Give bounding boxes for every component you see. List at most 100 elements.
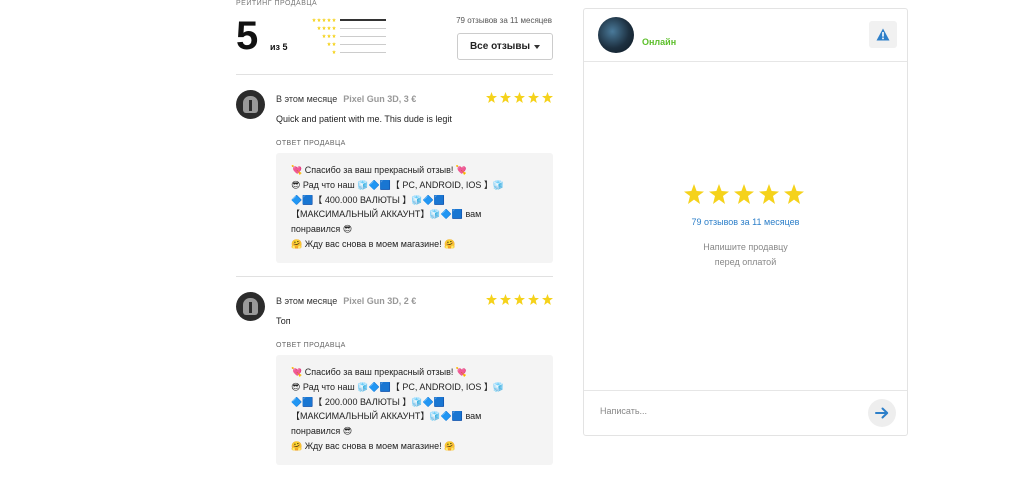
review-date: В этом месяце	[276, 94, 338, 104]
distribution-row	[298, 40, 388, 48]
distribution-stars	[298, 34, 336, 38]
helmet-icon	[243, 96, 258, 113]
star-icon	[528, 294, 539, 305]
star-icon	[312, 18, 316, 22]
distribution-stars	[298, 18, 336, 22]
seller-reply: 💘 Спасибо за ваш прекрасный отзыв! 💘 😎 Р…	[276, 153, 553, 263]
chat-footer	[584, 390, 907, 435]
star-icon	[528, 92, 539, 103]
review-meta: В этом месяце Pixel Gun 3D, 2 €	[276, 296, 416, 306]
star-icon	[542, 92, 553, 103]
star-icon	[327, 42, 331, 46]
seller-chat-panel: Онлайн 79 отзывов за 11 месяцев Напишите…	[583, 8, 908, 436]
report-button[interactable]	[869, 21, 897, 48]
star-icon	[332, 50, 336, 54]
review-stars	[486, 294, 553, 305]
warning-triangle-icon	[876, 28, 890, 41]
divider	[236, 74, 553, 75]
chat-header: Онлайн	[584, 9, 907, 62]
message-input[interactable]	[600, 406, 850, 416]
distribution-stars	[298, 50, 336, 54]
star-icon	[734, 184, 754, 204]
star-icon	[332, 42, 336, 46]
reply-caption: ОТВЕТ ПРОДАВЦА	[276, 342, 346, 349]
rating-of-label: из 5	[270, 42, 288, 52]
distribution-row	[298, 48, 388, 56]
star-icon	[514, 92, 525, 103]
star-icon	[317, 18, 321, 22]
star-icon	[500, 92, 511, 103]
helmet-icon	[243, 298, 258, 315]
star-icon	[317, 26, 321, 30]
online-status: Онлайн	[642, 37, 677, 47]
review-stars	[486, 92, 553, 103]
rating-score: 5	[236, 14, 259, 58]
seller-avatar[interactable]	[598, 17, 634, 53]
reply-line: 🔷🟦【 200.000 ВАЛЮТЫ 】🧊🔷🟦	[291, 396, 445, 407]
reply-line: 💘 Спасибо за ваш прекрасный отзыв! 💘	[291, 165, 468, 175]
star-icon	[322, 26, 326, 30]
star-icon	[759, 184, 779, 204]
star-icon	[784, 184, 804, 204]
distribution-bar	[340, 43, 386, 45]
divider	[236, 276, 553, 277]
reply-line: 😎 Рад что наш 🧊🔷🟦【 PC, ANDROID, IOS 】🧊	[291, 381, 505, 392]
star-icon	[327, 26, 331, 30]
star-icon	[684, 184, 704, 204]
star-icon	[709, 184, 729, 204]
avatar[interactable]	[236, 90, 265, 119]
reply-line: 🤗 Жду вас снова в моем магазине! 🤗	[291, 238, 456, 249]
reply-line: 🔷🟦【 400.000 ВАЛЮТЫ 】🧊🔷🟦	[291, 194, 445, 205]
chat-hint: Напишите продавцу перед оплатой	[584, 240, 907, 270]
chat-hint-line: перед оплатой	[714, 257, 777, 267]
review-product: Pixel Gun 3D, 3 €	[343, 94, 417, 104]
reply-line: 【МАКСИМАЛЬНЫЙ АККАУНТ】🧊🔷🟦 вам	[291, 209, 482, 220]
chat-hint-line: Напишите продавцу	[703, 242, 788, 252]
all-reviews-button[interactable]: Все отзывы	[457, 33, 553, 60]
star-icon	[322, 18, 326, 22]
arrow-right-icon	[875, 407, 889, 419]
all-reviews-label: Все отзывы	[469, 41, 531, 52]
star-icon	[332, 34, 336, 38]
star-icon	[486, 294, 497, 305]
star-icon	[322, 34, 326, 38]
star-icon	[327, 34, 331, 38]
distribution-bar-fill	[340, 19, 386, 21]
reply-caption: ОТВЕТ ПРОДАВЦА	[276, 140, 346, 147]
reply-line: 💘 Спасибо за ваш прекрасный отзыв! 💘	[291, 367, 468, 377]
chat-rating-stars	[684, 184, 804, 204]
distribution-bar	[340, 35, 386, 37]
send-button[interactable]	[868, 399, 896, 427]
chevron-down-icon	[534, 44, 541, 49]
rating-distribution	[298, 16, 388, 56]
seller-reply: 💘 Спасибо за ваш прекрасный отзыв! 💘 😎 Р…	[276, 355, 553, 465]
reply-line: 🤗 Жду вас снова в моем магазине! 🤗	[291, 440, 456, 451]
rating-caption: РЕЙТИНГ ПРОДАВЦА	[236, 0, 318, 7]
distribution-row	[298, 32, 388, 40]
star-icon	[486, 92, 497, 103]
star-icon	[332, 18, 336, 22]
distribution-stars	[298, 42, 336, 46]
avatar[interactable]	[236, 292, 265, 321]
reviews-count-link[interactable]: 79 отзывов за 11 месяцев	[584, 217, 907, 227]
reply-line: 【МАКСИМАЛЬНЫЙ АККАУНТ】🧊🔷🟦 вам	[291, 411, 482, 422]
review-text: Quick and patient with me. This dude is …	[276, 114, 452, 124]
distribution-row	[298, 16, 388, 24]
rating-summary: 79 отзывов за 11 месяцев	[456, 16, 552, 25]
distribution-bar	[340, 51, 386, 53]
reply-line: 😎 Рад что наш 🧊🔷🟦【 PC, ANDROID, IOS 】🧊	[291, 179, 505, 190]
distribution-bar	[340, 27, 386, 29]
reply-line: понравился 😎	[291, 224, 353, 235]
distribution-bar	[340, 19, 386, 21]
distribution-row	[298, 24, 388, 32]
review-meta: В этом месяце Pixel Gun 3D, 3 €	[276, 94, 416, 104]
review-text: Топ	[276, 316, 291, 326]
review-date: В этом месяце	[276, 296, 338, 306]
star-icon	[542, 294, 553, 305]
star-icon	[500, 294, 511, 305]
star-icon	[332, 26, 336, 30]
reply-line: понравился 😎	[291, 426, 353, 437]
star-icon	[514, 294, 525, 305]
star-icon	[327, 18, 331, 22]
distribution-stars	[298, 26, 336, 30]
